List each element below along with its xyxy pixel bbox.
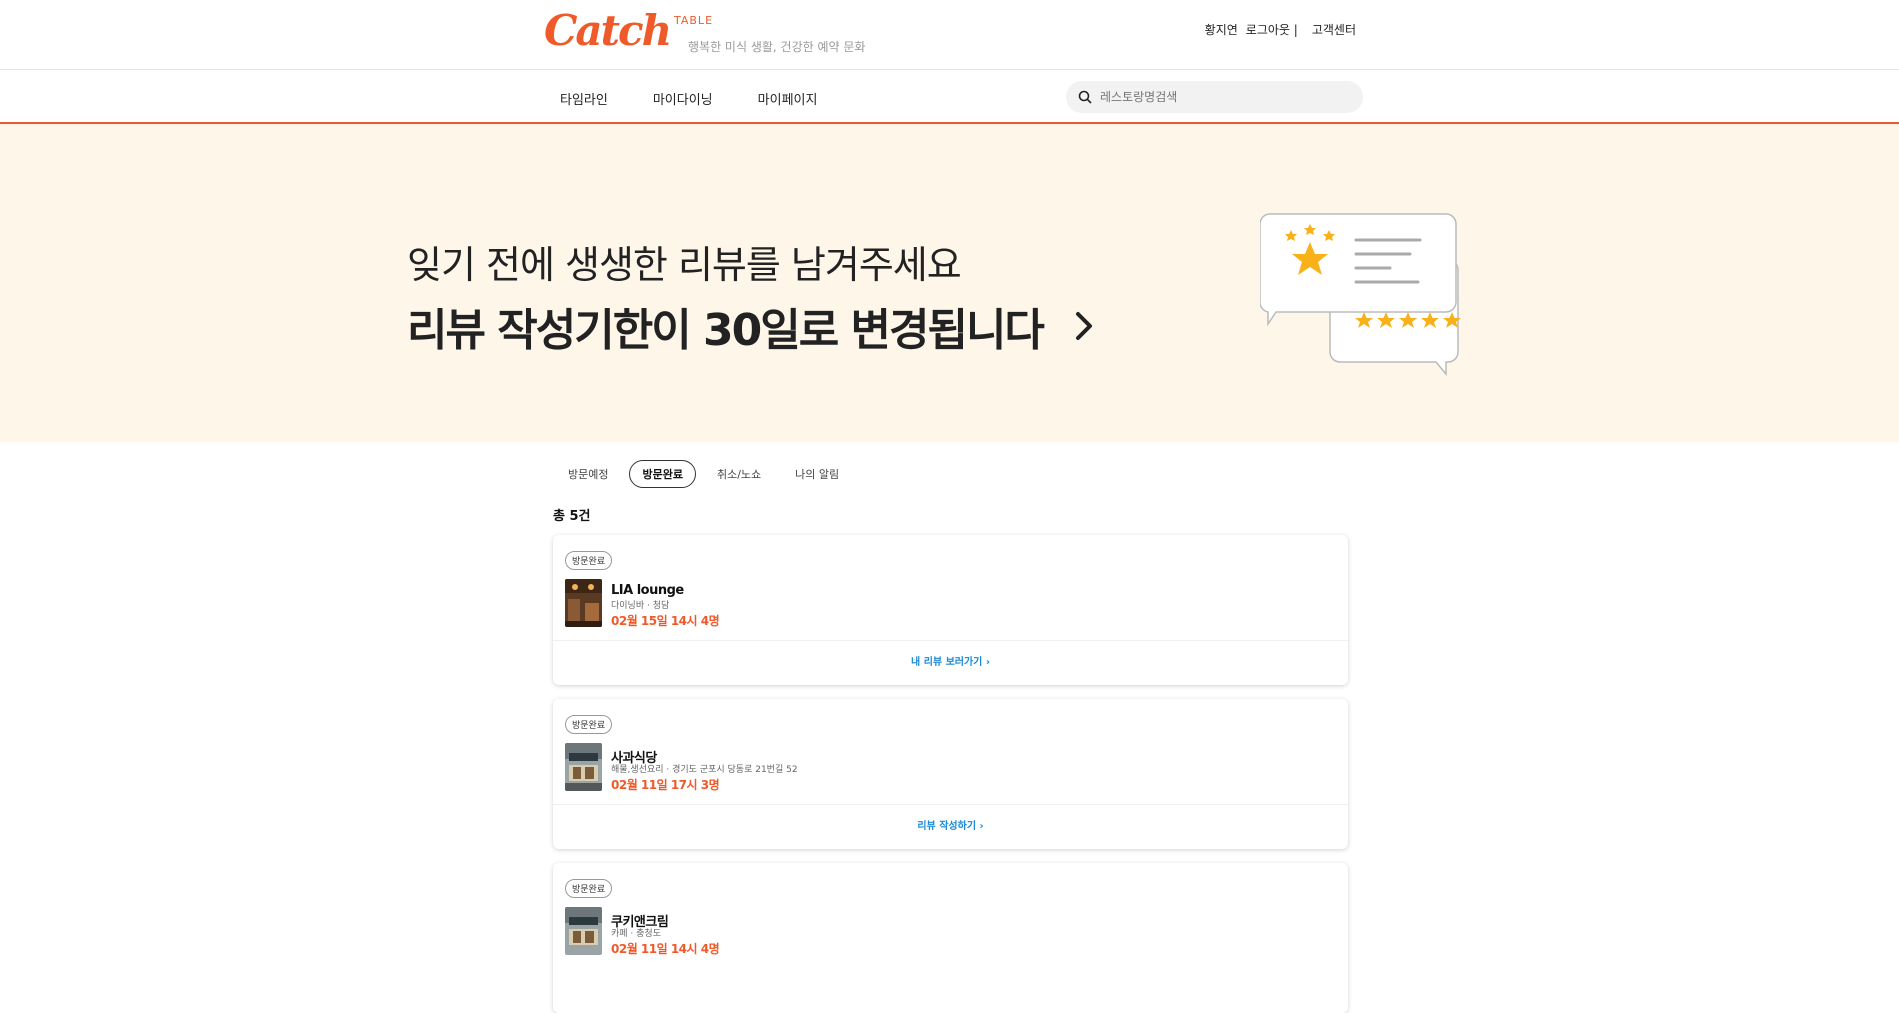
reservation-date: 02월 11일 14시 4명 — [611, 942, 720, 956]
status-badge: 방문완료 — [565, 715, 613, 734]
search-box[interactable] — [1066, 81, 1363, 113]
support-link[interactable]: 고객센터 — [1312, 21, 1356, 38]
restaurant-name[interactable]: LIA lounge — [611, 583, 684, 598]
search-input[interactable] — [1100, 90, 1340, 104]
review-banner[interactable]: 잊기 전에 생생한 리뷰를 남겨주세요 리뷰 작성기한이 30일로 변경됩니다 — [0, 124, 1899, 442]
search-icon — [1078, 90, 1092, 104]
write-review-link[interactable]: 리뷰 작성하기 › — [553, 817, 1348, 832]
status-badge: 방문완료 — [565, 879, 613, 898]
restaurant-category: 해물,생선요리 · 경기도 군포시 당동로 21번길 52 — [611, 765, 798, 775]
banner-line1: 잊기 전에 생생한 리뷰를 남겨주세요 — [407, 243, 962, 287]
banner-line2: 리뷰 작성기한이 30일로 변경됩니다 — [407, 294, 1095, 358]
reservation-card[interactable]: 방문완료 쿠키앤크림 카페 · 충청도 02월 11일 14시 4명 — [553, 863, 1348, 1013]
tab-notifications[interactable]: 나의 알림 — [782, 460, 852, 488]
review-bubbles-illustration — [1260, 213, 1461, 377]
nav-items: 타임라인 마이다이닝 마이페이지 — [560, 89, 817, 108]
nav-item-timeline[interactable]: 타임라인 — [560, 89, 608, 108]
chevron-right-icon — [1075, 312, 1092, 340]
restaurant-thumbnail — [565, 743, 602, 791]
top-header: Catch TABLE 행복한 미식 생활, 건강한 예약 문화 황지연 로그아… — [0, 0, 1899, 70]
nav-item-mypage[interactable]: 마이페이지 — [758, 89, 818, 108]
restaurant-thumbnail — [565, 907, 602, 955]
restaurant-category: 카페 · 충청도 — [611, 929, 661, 939]
card-divider — [553, 804, 1348, 805]
reservation-date: 02월 15일 14시 4명 — [611, 614, 720, 628]
tab-cancelled[interactable]: 취소/노쇼 — [704, 460, 774, 488]
view-review-link[interactable]: 내 리뷰 보러가기 › — [553, 653, 1348, 668]
nav-item-mydining[interactable]: 마이다이닝 — [653, 89, 713, 108]
restaurant-thumbnail — [565, 579, 602, 627]
reservation-card[interactable]: 방문완료 LIA lounge 다이닝바 · 청담 02월 15일 14시 4명… — [553, 535, 1348, 685]
reservation-date: 02월 11일 17시 3명 — [611, 778, 720, 792]
banner-line2-text: 리뷰 작성기한이 30일로 변경됩니다 — [407, 305, 1045, 356]
logo-sub: TABLE — [674, 14, 714, 27]
reservation-card[interactable]: 방문완료 사과식당 해물,생선요리 · 경기도 군포시 당동로 21번길 52 … — [553, 699, 1348, 849]
logo-word: Catch — [544, 6, 672, 55]
user-links: 황지연 로그아웃 | 고객센터 — [1205, 21, 1356, 38]
restaurant-category: 다이닝바 · 청담 — [611, 601, 670, 611]
user-name: 황지연 — [1204, 23, 1238, 37]
tab-upcoming[interactable]: 방문예정 — [555, 460, 621, 488]
reservation-tabs: 방문예정 방문완료 취소/노쇼 나의 알림 — [555, 460, 852, 488]
total-count: 총 5건 — [553, 509, 591, 524]
catchtable-logo[interactable]: Catch TABLE — [544, 6, 712, 56]
slogan: 행복한 미식 생활, 건강한 예약 문화 — [688, 40, 866, 54]
main-nav: 타임라인 마이다이닝 마이페이지 — [0, 70, 1899, 124]
status-badge: 방문완료 — [565, 551, 613, 570]
card-divider — [553, 640, 1348, 641]
tab-visited[interactable]: 방문완료 — [629, 460, 696, 488]
logout-link[interactable]: 로그아웃 | — [1246, 21, 1298, 38]
